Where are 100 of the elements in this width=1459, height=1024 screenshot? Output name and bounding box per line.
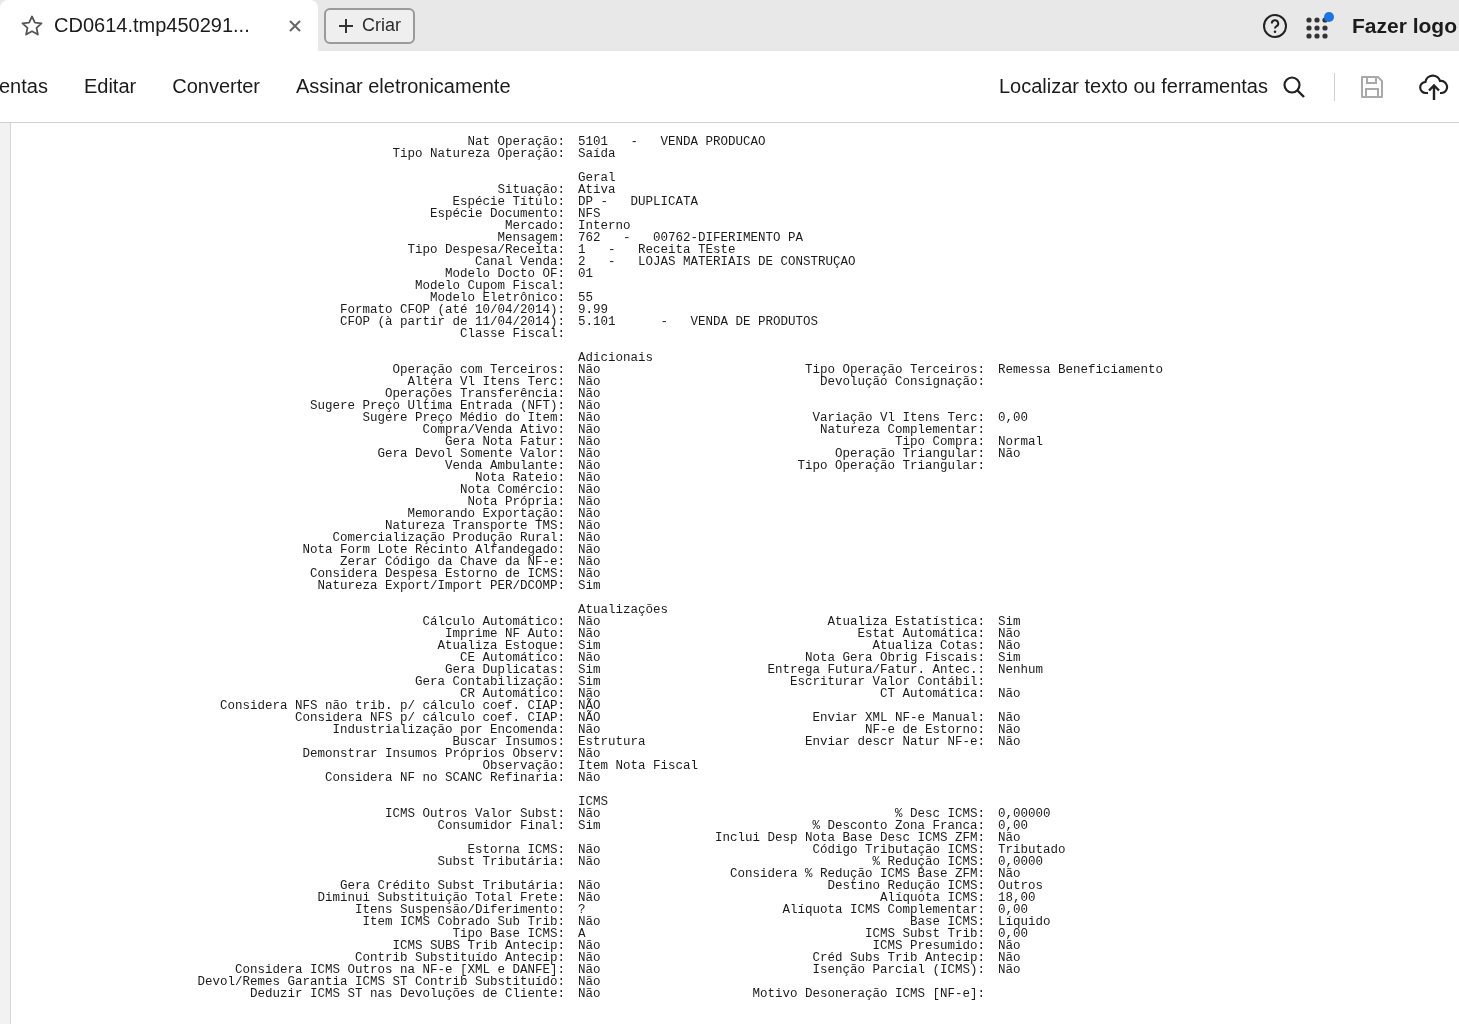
field-label: Tipo Operação Triangular: — [796, 460, 985, 472]
field-label: Sugere Preço Médio do Item: — [361, 412, 565, 424]
field-label: ICMS Subst Trib: — [863, 928, 985, 940]
create-button[interactable]: Criar — [324, 7, 415, 44]
field-label: ICMS Outros Valor Subst: — [383, 808, 565, 820]
field-label: Comercialização Produção Rural: — [332, 532, 565, 544]
field-label: CE Automático: — [459, 652, 565, 664]
section-title: Geral — [577, 172, 617, 184]
field-label: Venda Ambulante: — [443, 460, 565, 472]
field-value: A — [577, 928, 586, 940]
field-value: Não — [997, 832, 1021, 844]
search-icon — [1282, 74, 1306, 99]
cloud-upload-icon[interactable] — [1419, 72, 1449, 101]
field-value: NÃO — [577, 700, 602, 712]
field-value: Não — [997, 736, 1022, 748]
field-label: Industrialização por Encomenda: — [331, 724, 565, 736]
star-icon[interactable] — [20, 13, 44, 38]
field-label: Considera NFS p/ cálculo coef. CIAP: — [293, 712, 565, 724]
menu-item[interactable]: Assinar eletronicamente — [296, 75, 511, 98]
tab-title: CD0614.tmp450291... — [54, 14, 251, 37]
field-value: Não — [577, 472, 602, 484]
field-value: 0,00 — [997, 904, 1028, 916]
field-value: Não — [577, 616, 601, 628]
field-value: Não — [997, 448, 1022, 460]
field-value: Interno — [577, 220, 632, 232]
field-value: Tributado — [997, 844, 1067, 856]
field-value: NÃO — [577, 712, 602, 724]
field-value: Não — [577, 772, 602, 784]
field-value: Não — [577, 460, 602, 472]
field-value: Não — [997, 640, 1022, 652]
field-value: Não — [577, 496, 602, 508]
field-label: Diminui Substituição Total Frete: — [316, 892, 565, 904]
field-label: Enviar descr Natur NF-e: — [803, 736, 985, 748]
field-label: Canal Venda: — [475, 256, 565, 268]
field-value: Não — [997, 964, 1022, 976]
field-label: Tipo Base ICMS: — [452, 928, 565, 940]
field-label: Itens Suspensão/Diferimento: — [353, 904, 565, 916]
field-value: Não — [577, 412, 602, 424]
field-value: Saída — [577, 148, 617, 160]
field-label: Gera Duplicatas: — [444, 664, 565, 676]
field-label: Gera Crédito Subst Tributária: — [339, 880, 565, 892]
document-tab[interactable]: CD0614.tmp450291... — [0, 0, 318, 51]
field-label: Inclui Desp Nota Base Desc ICMS ZFM: — [713, 832, 985, 844]
field-label: Devol/Remes Garantia ICMS ST Contrib Substituído: — [196, 976, 565, 988]
field-label: Base ICMS: — [910, 916, 985, 928]
find-button[interactable]: Localizar texto ou ferramentas — [998, 74, 1306, 99]
field-label: Natureza Export/Import PER/DCOMP: — [316, 580, 565, 592]
field-label: Gera Nota Fatur: — [444, 436, 565, 448]
field-label: Tipo Despesa/Receita: — [406, 244, 565, 256]
field-label: Gera Contabilização: — [413, 676, 565, 688]
field-label: Item ICMS Cobrado Sub Trib: — [361, 916, 565, 928]
field-value: 762 - 00762-DIFERIMENTO PA — [577, 232, 805, 244]
field-value: Não — [577, 844, 602, 856]
field-value: Não — [997, 868, 1021, 880]
field-value: Sim — [577, 676, 602, 688]
field-label: Gera Devol Somente Valor: — [376, 448, 565, 460]
close-icon[interactable] — [288, 18, 302, 33]
field-label: Tipo Operação Terceiros: — [803, 364, 985, 376]
sign-in-link[interactable]: Fazer logo — [1352, 13, 1457, 38]
field-value: 01 — [577, 268, 594, 280]
field-value: Não — [577, 916, 602, 928]
field-value: Não — [997, 628, 1022, 640]
field-value: Remessa Beneficiamento — [997, 364, 1165, 376]
field-label: % Desconto Zona Franca: — [812, 820, 985, 832]
field-label: Atualiza Estatística: — [826, 616, 985, 628]
field-label: Motivo Desoneração ICMS [NF-e]: — [751, 988, 985, 1000]
field-label: Atualiza Cotas: — [872, 640, 985, 652]
field-value: Sim — [997, 652, 1021, 664]
menu-item[interactable]: Converter — [172, 75, 260, 98]
field-value: 5.101 - VENDA DE PRODUTOS — [577, 316, 820, 328]
field-label: Variação Vl Itens Terc: — [811, 412, 985, 424]
field-value: Normal — [997, 436, 1044, 448]
field-value: Estrutura — [577, 736, 647, 748]
field-label: Estat Automática: — [856, 628, 985, 640]
field-value: 2 - LOJAS MATERIAIS DE CONSTRUÇAO — [577, 256, 857, 268]
field-label: Mensagem: — [497, 232, 565, 244]
field-label: Enviar XML NF-e Manual: — [811, 712, 985, 724]
field-label: Nota Rateio: — [475, 472, 565, 484]
field-value: 0,00 — [997, 820, 1028, 832]
field-value: Não — [577, 892, 602, 904]
field-value: Não — [577, 688, 602, 700]
field-value: 1 - Receita TEste — [577, 244, 736, 256]
field-label: Tipo Natureza Operação: — [391, 148, 565, 160]
field-value: Não — [997, 712, 1022, 724]
field-label: Contrib Substituído Antecip: — [354, 952, 565, 964]
menu-item[interactable]: Editar — [83, 75, 137, 98]
field-label: Memorando Exportação: — [407, 508, 565, 520]
field-value: Não — [577, 628, 602, 640]
field-value: 0,0000 — [997, 856, 1044, 868]
apps-icon[interactable] — [1306, 12, 1334, 39]
field-label: % Redução ICMS: — [872, 856, 985, 868]
field-label: Situação: — [497, 184, 565, 196]
field-value: Não — [997, 724, 1022, 736]
field-label: Estorna ICMS: — [467, 844, 565, 856]
field-value: Não — [577, 724, 601, 736]
field-label: Consumidor Final: — [436, 820, 565, 832]
field-value: Não — [997, 940, 1021, 952]
menu-item[interactable]: entas — [0, 75, 48, 98]
help-icon[interactable] — [1262, 12, 1288, 39]
field-label: Sugere Preço Ultima Entrada (NFT): — [308, 400, 565, 412]
